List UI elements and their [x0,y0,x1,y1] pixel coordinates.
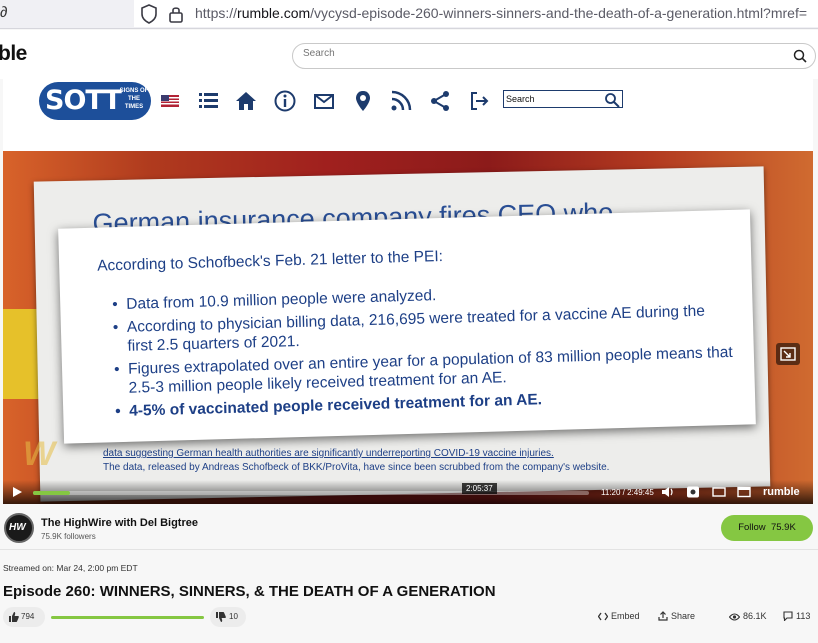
follow-button[interactable]: Follow 75.9K [721,515,813,541]
stream-date: Streamed on: Mar 24, 2:00 pm EDT [3,563,138,573]
sott-logo-sub: SIGNS OF THE TIMES [119,88,149,110]
avatar-text: HW [9,522,26,533]
home-icon [236,92,256,110]
search-box[interactable] [292,43,816,69]
slide-bullet-list: Data from 10.9 million people were analy… [112,278,735,421]
info-icon [274,90,296,112]
theater-mode-icon[interactable] [712,486,726,498]
lock-icon[interactable] [168,4,184,24]
sott-search-box: Search [503,90,623,108]
follow-label: Follow [738,522,766,533]
sott-search-label: Search [506,94,535,104]
downvote-button[interactable]: 10 [210,607,246,627]
tab-edge-glyph: ∂ [0,4,8,21]
vote-ratio-bar [51,616,204,619]
upvote-count: 794 [21,612,35,621]
views-count: 86.1K [728,611,767,621]
code-icon [597,612,609,621]
location-icon [356,91,370,111]
share-button[interactable]: Share [658,611,695,621]
mail-icon [314,94,334,109]
shield-icon[interactable] [140,4,158,24]
channel-row: HW The HighWire with Del Bigtree 75.9K f… [0,506,818,550]
site-header: ble [0,30,818,79]
channel-followers: 75.9K followers [41,532,96,541]
thumbs-down-icon [216,612,226,622]
views-value: 86.1K [743,611,767,621]
video-actions: 794 10 Embed Share 86.1K 113 [0,607,818,631]
slide-bottom-line-1: data suggesting German health authoritie… [103,448,554,459]
settings-icon[interactable] [686,486,700,498]
slide-bottom-text: data suggesting German health authoritie… [103,447,763,475]
menu-list-icon [199,93,218,108]
share-nodes-icon [431,91,449,111]
search-icon[interactable] [793,49,807,63]
seek-bar-played [33,491,71,495]
sott-logo-text: SOTT [45,85,122,116]
downvote-count: 10 [229,612,238,621]
embed-button[interactable]: Embed [597,611,640,621]
avatar[interactable]: HW [4,513,34,543]
flag-icon [161,95,179,107]
comments-value: 113 [796,611,811,621]
seek-hover-time: 2:05:37 [462,483,497,494]
rumble-brand[interactable]: rumble [763,486,800,498]
thumbs-up-icon [9,612,19,622]
slide-bottom-line-2: The data, released by Andreas Schofbeck … [103,462,610,473]
embed-label: Embed [611,611,640,621]
search-input[interactable] [303,48,783,59]
volume-icon[interactable] [661,486,675,498]
site-logo[interactable]: ble [0,42,27,66]
url-prefix: https:// [195,5,238,21]
rss-icon [391,90,412,111]
seek-bar[interactable]: 2:05:37 [33,483,589,495]
sott-logo: SOTT SIGNS OF THE TIMES [39,82,151,120]
comment-icon [783,611,793,622]
slide-title: According to Schofbeck's Feb. 21 letter … [96,247,444,275]
url-path: /vycysd-episode-260-winners-sinners-and-… [310,5,808,21]
magnifier-icon [605,93,620,108]
picture-in-picture-button[interactable] [776,343,800,365]
video-sott-header: SOTT SIGNS OF THE TIMES Search [3,79,813,151]
url-domain: rumble.com [237,5,311,21]
player-controls: 2:05:37 11:20 / 2:49:45 rumble [3,480,813,504]
browser-toolbar: ∂ https://rumble.com/vycysd-episode-260-… [0,0,818,29]
eye-icon [728,613,741,621]
time-display: 11:20 / 2:49:45 [601,488,654,497]
slide-front-sheet: According to Schofbeck's Feb. 21 letter … [58,209,756,444]
fullscreen-icon[interactable] [737,486,751,498]
pip-icon [780,347,796,361]
url-text[interactable]: https://rumble.com/vycysd-episode-260-wi… [195,5,807,21]
video-player[interactable]: SOTT SIGNS OF THE TIMES Search German in… [3,79,813,504]
video-title: Episode 260: WINNERS, SINNERS, & THE DEA… [3,583,496,600]
play-icon[interactable] [11,486,23,498]
upvote-button[interactable]: 794 [3,607,45,627]
login-icon [471,92,489,110]
follow-count: 75.9K [770,522,796,533]
comments-count[interactable]: 113 [783,611,811,622]
share-label: Share [671,611,696,621]
share-icon [658,611,668,621]
channel-watermark: W [23,435,56,473]
channel-name[interactable]: The HighWire with Del Bigtree [41,517,198,529]
